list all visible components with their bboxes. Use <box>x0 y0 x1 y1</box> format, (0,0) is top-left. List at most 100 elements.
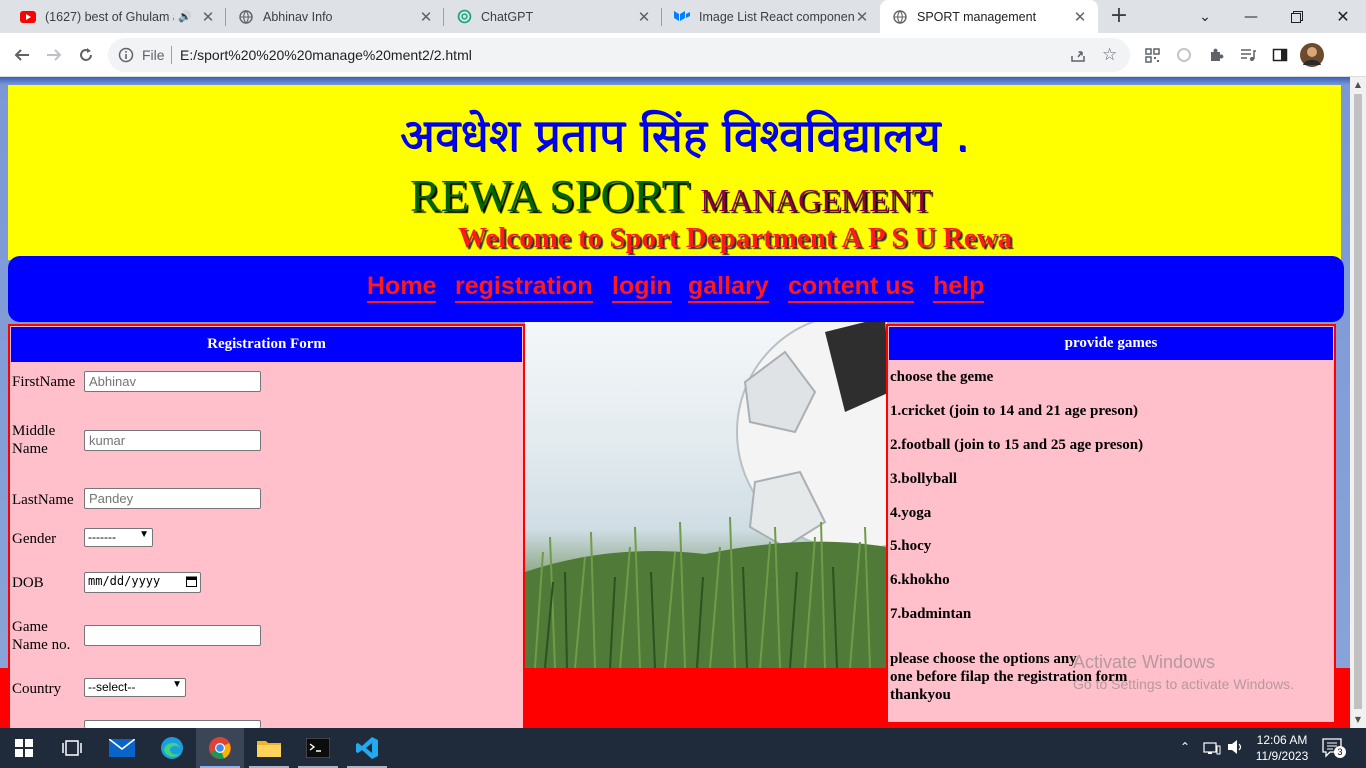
university-title-hindi: अवधेश प्रताप सिंह विश्वविद्यालय . <box>399 108 970 162</box>
game-item: 6.khokho <box>890 572 950 588</box>
scroll-down-icon[interactable]: ▼ <box>1353 715 1363 725</box>
system-clock[interactable]: 12:06 AM 11/9/2023 <box>1250 732 1314 764</box>
tab-abhinav-info[interactable]: Abhinav Info ✕ <box>226 0 444 33</box>
tab-chatgpt[interactable]: ChatGPT ✕ <box>444 0 662 33</box>
site-title-sub: MANAGEMENT <box>700 182 932 218</box>
nav-registration[interactable]: registration <box>455 271 593 303</box>
file-explorer-icon[interactable] <box>245 728 293 768</box>
nav-home[interactable]: Home <box>367 271 437 303</box>
country-label: Country <box>12 681 62 697</box>
game-label: Game Name no. <box>12 619 71 653</box>
page-header: अवधेश प्रताप सिंह विश्वविद्यालय . REWA S… <box>8 85 1341 260</box>
football-image <box>525 322 887 668</box>
tab-sport-management[interactable]: SPORT management ✕ <box>880 0 1098 33</box>
tab-search-icon[interactable]: ⌄ <box>1182 0 1228 33</box>
middle-name-input[interactable]: kumar <box>84 430 261 451</box>
game-item: 5.hocy <box>890 538 932 554</box>
volume-icon[interactable] <box>1227 739 1245 759</box>
speaker-icon[interactable]: 🔊 <box>178 10 192 23</box>
games-note-line: please choose the options any <box>890 651 1077 667</box>
close-icon[interactable]: ✕ <box>854 8 870 26</box>
reload-button[interactable] <box>72 41 100 69</box>
tab-label: ChatGPT <box>481 9 534 24</box>
nav-content-us[interactable]: content us <box>788 271 915 303</box>
chrome-icon[interactable] <box>196 728 244 768</box>
windows-taskbar: ⌃ 12:06 AM 11/9/2023 3 <box>0 728 1366 768</box>
activate-windows-title: Activate Windows <box>1073 652 1216 672</box>
address-bar[interactable]: File E:/sport%20%20%20manage%20ment2/2.h… <box>108 38 1130 72</box>
page-scrollbar[interactable]: ▲ ▼ <box>1350 77 1366 728</box>
last-name-input[interactable]: Pandey <box>84 488 261 509</box>
new-tab-button[interactable]: + <box>1107 4 1131 28</box>
task-view-icon[interactable] <box>48 728 96 768</box>
chatgpt-icon <box>456 9 472 25</box>
minimize-button[interactable]: — <box>1228 0 1274 33</box>
url-scheme: File <box>142 47 165 63</box>
notification-count: 3 <box>1334 746 1346 758</box>
chevron-up-icon[interactable]: ⌃ <box>1180 740 1190 754</box>
game-item: 7.badmintan <box>890 606 972 622</box>
star-icon[interactable]: ☆ <box>1102 45 1117 65</box>
close-icon[interactable]: ✕ <box>200 8 216 26</box>
share-icon[interactable] <box>1070 47 1086 66</box>
email-input[interactable] <box>84 720 261 728</box>
tab-label: (1627) best of Ghulam a <box>45 9 175 24</box>
country-select[interactable]: --select-- ▼ <box>84 678 186 697</box>
nav-help[interactable]: help <box>933 271 985 303</box>
start-button[interactable] <box>0 728 48 768</box>
info-icon[interactable] <box>118 47 134 66</box>
youtube-icon <box>20 9 36 25</box>
close-icon[interactable]: ✕ <box>1072 8 1088 26</box>
game-item: 3.bollyball <box>890 471 958 487</box>
scroll-up-icon[interactable]: ▲ <box>1353 80 1363 90</box>
clock-date: 11/9/2023 <box>1255 749 1309 763</box>
close-icon[interactable]: ✕ <box>418 8 434 26</box>
url-text[interactable]: E:/sport%20%20%20manage%20ment2/2.html <box>180 47 472 63</box>
page-viewport: अवधेश प्रताप सिंह विश्वविद्यालय . REWA S… <box>0 77 1350 728</box>
main-nav: Home registration login gallary content … <box>8 256 1344 322</box>
clock-time: 12:06 AM <box>1256 733 1308 747</box>
activate-windows-subtitle: Go to Settings to activate Windows. <box>1073 676 1294 692</box>
qr-code-icon[interactable] <box>1141 44 1163 66</box>
edge-icon[interactable] <box>148 728 196 768</box>
dob-value: mm/dd/yyyy <box>88 574 161 588</box>
avatar[interactable] <box>1300 43 1324 67</box>
divider <box>171 46 172 64</box>
tab-youtube[interactable]: (1627) best of Ghulam a 🔊 ✕ <box>8 0 226 33</box>
extension-circle-icon[interactable] <box>1173 44 1195 66</box>
dob-input[interactable]: mm/dd/yyyy <box>84 572 201 593</box>
nav-login[interactable]: login <box>612 271 672 303</box>
media-list-icon[interactable] <box>1237 44 1259 66</box>
scroll-thumb[interactable] <box>1354 94 1362 709</box>
calendar-icon[interactable] <box>186 575 197 590</box>
tab-label: SPORT management <box>917 9 1037 24</box>
game-item: 1.cricket (join to 14 and 21 age preson) <box>890 403 1139 419</box>
first-name-label: FirstName <box>12 374 76 390</box>
nav-gallary[interactable]: gallary <box>688 271 769 303</box>
close-icon[interactable]: ✕ <box>636 8 652 26</box>
forward-button[interactable] <box>40 41 68 69</box>
registration-heading: Registration Form <box>11 327 522 362</box>
vscode-icon[interactable] <box>343 728 391 768</box>
first-name-input[interactable]: Abhinav <box>84 371 261 392</box>
tab-strip: (1627) best of Ghulam a 🔊 ✕ Abhinav Info… <box>0 0 1366 33</box>
game-input[interactable] <box>84 625 261 646</box>
back-button[interactable] <box>8 41 36 69</box>
tab-image-list[interactable]: Image List React component ✕ <box>662 0 880 33</box>
gender-select[interactable]: ------- ▼ <box>84 528 153 547</box>
middle-name-label: Middle Name <box>12 423 56 457</box>
terminal-icon[interactable] <box>294 728 342 768</box>
network-icon[interactable] <box>1203 740 1221 760</box>
country-value: --select-- <box>88 680 136 694</box>
globe-icon <box>892 9 908 25</box>
close-window-button[interactable]: ✕ <box>1320 0 1366 33</box>
puzzle-icon[interactable] <box>1205 44 1227 66</box>
restore-button[interactable] <box>1274 0 1320 33</box>
side-panel-icon[interactable] <box>1269 44 1291 66</box>
game-item: 4.yoga <box>890 505 932 521</box>
mail-icon[interactable] <box>98 728 146 768</box>
games-intro: choose the geme <box>890 369 994 385</box>
notification-icon[interactable]: 3 <box>1322 738 1346 762</box>
game-item: 2.football (join to 15 and 25 age preson… <box>890 437 1144 453</box>
games-note-line: thankyou <box>890 687 951 703</box>
